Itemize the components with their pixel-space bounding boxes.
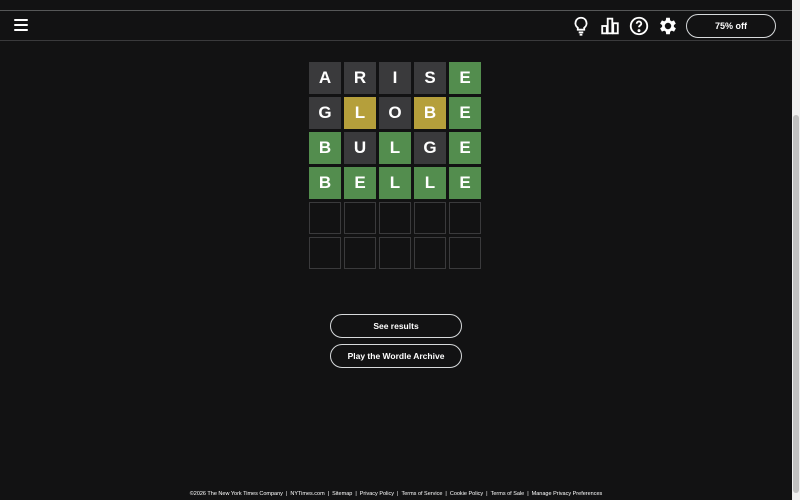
tile: R xyxy=(344,62,376,94)
tile: A xyxy=(309,62,341,94)
app-header: 75% off xyxy=(0,11,792,41)
footer: ©2026 The New York Times Company | NYTimes… xyxy=(0,491,792,497)
tile: E xyxy=(344,167,376,199)
footer-link[interactable]: Terms of Sale xyxy=(491,491,525,497)
footer-separator: | xyxy=(527,491,529,497)
tile: E xyxy=(449,167,481,199)
bar-chart-icon[interactable] xyxy=(599,15,621,37)
footer-separator: | xyxy=(445,491,447,497)
tile: B xyxy=(309,132,341,164)
footer-separator: | xyxy=(397,491,399,497)
tile xyxy=(379,202,411,234)
gear-icon[interactable] xyxy=(657,15,679,37)
tile: E xyxy=(449,132,481,164)
tile: E xyxy=(449,62,481,94)
footer-separator: | xyxy=(327,491,330,497)
game-board: ARISEGLOBEBULGEBELLE xyxy=(309,62,484,272)
subscribe-button[interactable]: 75% off xyxy=(686,14,776,38)
tile: I xyxy=(379,62,411,94)
tile xyxy=(414,237,446,269)
tile xyxy=(344,202,376,234)
footer-separator: | xyxy=(486,491,488,497)
question-circle-icon[interactable] xyxy=(628,15,650,37)
tile: G xyxy=(414,132,446,164)
tile: G xyxy=(309,97,341,129)
tile: U xyxy=(344,132,376,164)
tile: L xyxy=(414,167,446,199)
tile: L xyxy=(379,132,411,164)
tile xyxy=(449,202,481,234)
tile: S xyxy=(414,62,446,94)
tile xyxy=(344,237,376,269)
browser-top-strip xyxy=(0,0,792,11)
lightbulb-icon[interactable] xyxy=(570,15,592,37)
tile: O xyxy=(379,97,411,129)
tile: B xyxy=(309,167,341,199)
tile xyxy=(449,237,481,269)
tile xyxy=(379,237,411,269)
tile: E xyxy=(449,97,481,129)
tile xyxy=(414,202,446,234)
play-archive-button[interactable]: Play the Wordle Archive xyxy=(330,344,462,368)
footer-separator: | xyxy=(355,491,357,497)
see-results-button[interactable]: See results xyxy=(330,314,462,338)
footer-link[interactable]: Cookie Policy xyxy=(450,491,483,497)
footer-link[interactable]: Terms of Service xyxy=(401,491,442,497)
footer-separator: | xyxy=(285,491,288,497)
footer-link[interactable]: Sitemap xyxy=(332,491,352,497)
tile xyxy=(309,202,341,234)
footer-link[interactable]: NYTimes.com xyxy=(290,491,324,497)
scrollbar[interactable] xyxy=(792,0,800,500)
footer-link[interactable]: Manage Privacy Preferences xyxy=(532,491,603,497)
footer-copyright: ©2026 The New York Times Company xyxy=(189,491,283,497)
tile: L xyxy=(344,97,376,129)
scrollbar-thumb[interactable] xyxy=(793,115,799,493)
footer-link[interactable]: Privacy Policy xyxy=(360,491,394,497)
tile: L xyxy=(379,167,411,199)
tile: B xyxy=(414,97,446,129)
hamburger-menu-icon[interactable] xyxy=(14,19,28,31)
tile xyxy=(309,237,341,269)
